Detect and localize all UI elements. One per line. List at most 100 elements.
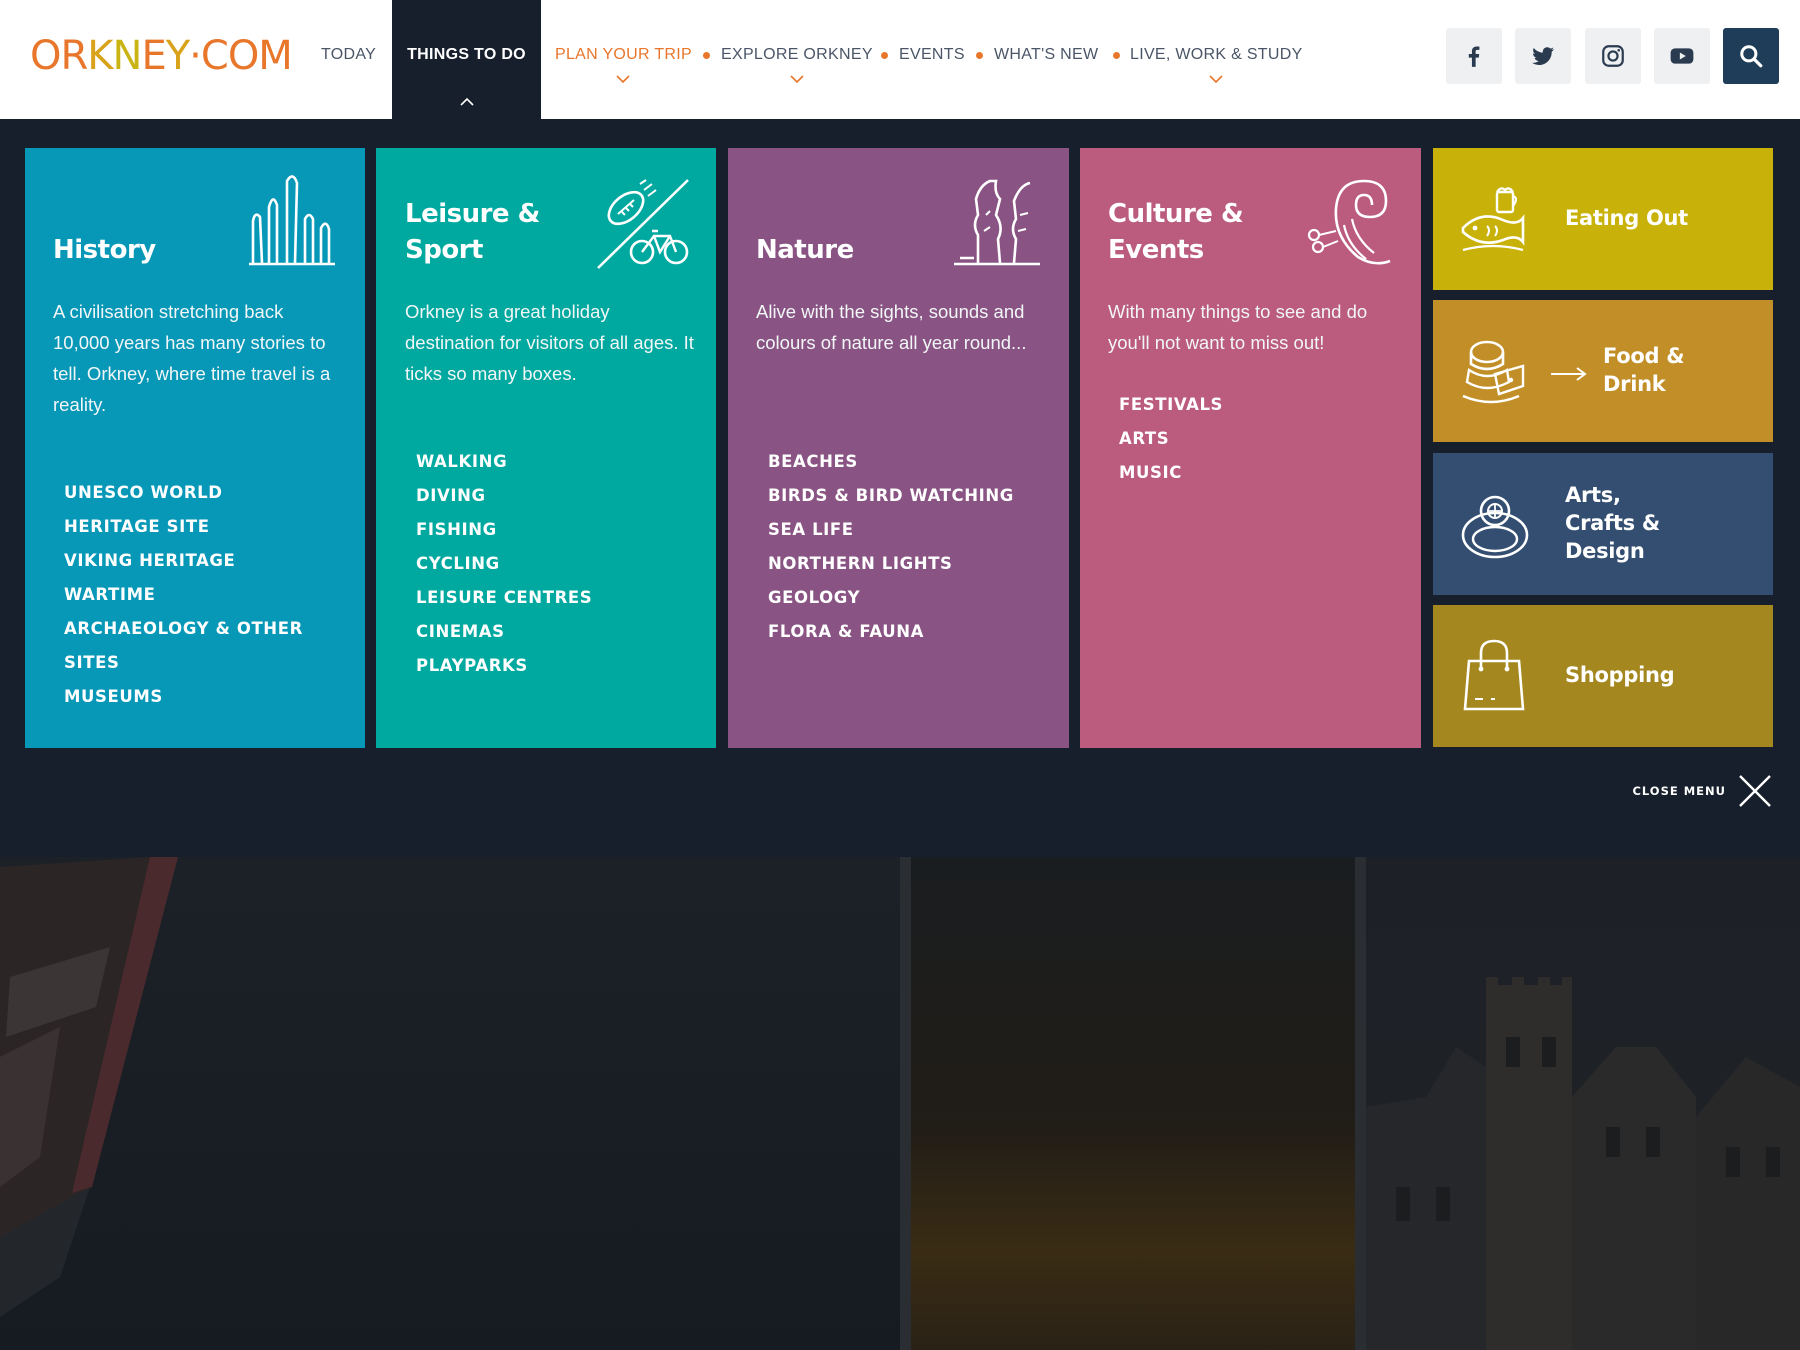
link-museums[interactable]: MUSEUMS xyxy=(64,680,303,714)
arts-crafts-design-tile[interactable]: Arts, Crafts & Design xyxy=(1433,453,1773,595)
facebook-icon xyxy=(1468,46,1480,67)
instagram-button[interactable] xyxy=(1585,28,1641,84)
nav-separator-dot xyxy=(1113,52,1120,59)
card-link-list: FESTIVALS ARTS MUSIC xyxy=(1119,388,1223,490)
link-birds-bird-watching[interactable]: BIRDS & BIRD WATCHING xyxy=(768,479,1014,513)
nav-separator-dot xyxy=(881,52,888,59)
card-title-line: Culture & xyxy=(1108,199,1244,229)
link-flora-fauna[interactable]: FLORA & FAUNA xyxy=(768,615,1014,649)
link-wartime[interactable]: WARTIME xyxy=(64,578,303,612)
things-to-do-menu: History A civilisation stretching back 1… xyxy=(0,119,1800,857)
leisure-sport-card[interactable]: Leisure & Sport Orkney is a great holida… xyxy=(376,148,716,748)
card-description: A civilisation stretching back 10,000 ye… xyxy=(53,301,331,415)
card-title: Culture & Events xyxy=(1108,196,1244,268)
sea-stack-icon xyxy=(954,179,1040,266)
instagram-icon xyxy=(1602,45,1624,67)
spiral-wave-icon xyxy=(1307,179,1391,265)
search-button[interactable] xyxy=(1723,28,1779,84)
culture-events-card[interactable]: Culture & Events With many things to see… xyxy=(1080,148,1421,748)
food-drink-tile[interactable]: Food & Drink xyxy=(1433,300,1773,442)
standing-stones-icon xyxy=(249,175,335,266)
photo-divider xyxy=(900,857,911,1350)
bannock-cheese-icon xyxy=(1462,340,1587,404)
link-sites[interactable]: SITES xyxy=(64,646,303,680)
card-title: Nature xyxy=(756,235,854,265)
chevron-up-icon xyxy=(392,96,541,108)
link-unesco-world[interactable]: UNESCO WORLD xyxy=(64,476,303,510)
tile-label: Food & Drink xyxy=(1603,342,1685,398)
link-cycling[interactable]: CYCLING xyxy=(416,547,592,581)
link-heritage-site[interactable]: HERITAGE SITE xyxy=(64,510,303,544)
close-menu-button[interactable]: CLOSE MENU xyxy=(1632,771,1772,811)
card-link-list: BEACHES BIRDS & BIRD WATCHING SEA LIFE N… xyxy=(768,445,1014,649)
tile-label-line: Arts, xyxy=(1565,483,1621,507)
tile-label: Eating Out xyxy=(1565,206,1688,230)
nav-whats-new[interactable]: WHAT'S NEW xyxy=(994,0,1098,119)
nature-card[interactable]: Nature Alive with the sights, sounds and… xyxy=(728,148,1069,748)
link-music[interactable]: MUSIC xyxy=(1119,456,1223,490)
link-walking[interactable]: WALKING xyxy=(416,445,592,479)
link-beaches[interactable]: BEACHES xyxy=(768,445,1014,479)
card-title-line: Sport xyxy=(405,235,483,265)
card-title: Leisure & Sport xyxy=(405,196,540,268)
close-icon xyxy=(1739,775,1771,807)
fish-beer-icon xyxy=(1461,187,1525,252)
site-header: ORKNEY·COM TODAY THINGS TO DO PLAN YOUR … xyxy=(0,0,1800,119)
link-cinemas[interactable]: CINEMAS xyxy=(416,615,592,649)
card-link-list: WALKING DIVING FISHING CYCLING LEISURE C… xyxy=(416,445,592,683)
nav-separator-dot xyxy=(976,52,983,59)
nav-things-to-do[interactable]: THINGS TO DO xyxy=(392,0,541,119)
link-geology[interactable]: GEOLOGY xyxy=(768,581,1014,615)
ferry-illustration xyxy=(0,857,178,1317)
card-description: Alive with the sights, sounds and colour… xyxy=(756,301,1027,353)
nav-live-work-study[interactable]: LIVE, WORK & STUDY xyxy=(1130,0,1303,119)
link-sea-life[interactable]: SEA LIFE xyxy=(768,513,1014,547)
link-playparks[interactable]: PLAYPARKS xyxy=(416,649,592,683)
card-link-list: UNESCO WORLD HERITAGE SITE VIKING HERITA… xyxy=(64,476,303,714)
link-festivals[interactable]: FESTIVALS xyxy=(1119,388,1223,422)
tile-label-line: Crafts & xyxy=(1565,511,1660,535)
link-diving[interactable]: DIVING xyxy=(416,479,592,513)
close-menu-label: CLOSE MENU xyxy=(1632,784,1726,798)
castle-illustration xyxy=(1366,977,1800,1350)
nav-explore-orkney[interactable]: EXPLORE ORKNEY xyxy=(721,0,873,119)
tile-label-line: Design xyxy=(1565,539,1645,563)
background-photo-strip xyxy=(0,857,1800,1350)
shopping-tile[interactable]: Shopping xyxy=(1433,605,1773,747)
ring-icon xyxy=(1461,495,1529,559)
twitter-icon xyxy=(1532,47,1554,65)
tile-label: Shopping xyxy=(1565,663,1675,687)
photo-divider xyxy=(1355,857,1366,1350)
nav-explore-orkney-label: EXPLORE ORKNEY xyxy=(721,46,873,63)
link-arts[interactable]: ARTS xyxy=(1119,422,1223,456)
chevron-down-icon xyxy=(555,74,692,86)
nav-plan-your-trip-label: PLAN YOUR TRIP xyxy=(555,46,692,63)
youtube-button[interactable] xyxy=(1654,28,1710,84)
card-title-line: Events xyxy=(1108,235,1204,265)
card-title-line: Leisure & xyxy=(405,199,540,229)
nav-separator-dot xyxy=(703,52,710,59)
shopping-bag-icon xyxy=(1463,639,1525,711)
history-card[interactable]: History A civilisation stretching back 1… xyxy=(25,148,365,748)
link-fishing[interactable]: FISHING xyxy=(416,513,592,547)
eating-out-tile[interactable]: Eating Out xyxy=(1433,148,1773,290)
link-viking-heritage[interactable]: VIKING HERITAGE xyxy=(64,544,303,578)
orkney-logo[interactable]: ORKNEY·COM xyxy=(30,36,293,76)
ferry-photo xyxy=(0,857,900,1350)
football-bicycle-icon xyxy=(597,179,689,269)
tile-label: Arts, Crafts & Design xyxy=(1565,481,1660,565)
link-northern-lights[interactable]: NORTHERN LIGHTS xyxy=(768,547,1014,581)
tile-label-line: Drink xyxy=(1603,372,1666,396)
nav-today[interactable]: TODAY xyxy=(321,0,376,119)
chevron-down-icon xyxy=(721,74,873,86)
link-leisure-centres[interactable]: LEISURE CENTRES xyxy=(416,581,592,615)
twitter-button[interactable] xyxy=(1515,28,1571,84)
nav-live-work-study-label: LIVE, WORK & STUDY xyxy=(1130,46,1303,63)
search-icon xyxy=(1740,45,1763,68)
castle-photo xyxy=(1366,857,1800,1350)
sunset-photo xyxy=(911,857,1355,1350)
nav-plan-your-trip[interactable]: PLAN YOUR TRIP xyxy=(555,0,692,119)
link-archaeology-other[interactable]: ARCHAEOLOGY & OTHER xyxy=(64,612,303,646)
nav-events[interactable]: EVENTS xyxy=(899,0,965,119)
facebook-button[interactable] xyxy=(1446,28,1502,84)
